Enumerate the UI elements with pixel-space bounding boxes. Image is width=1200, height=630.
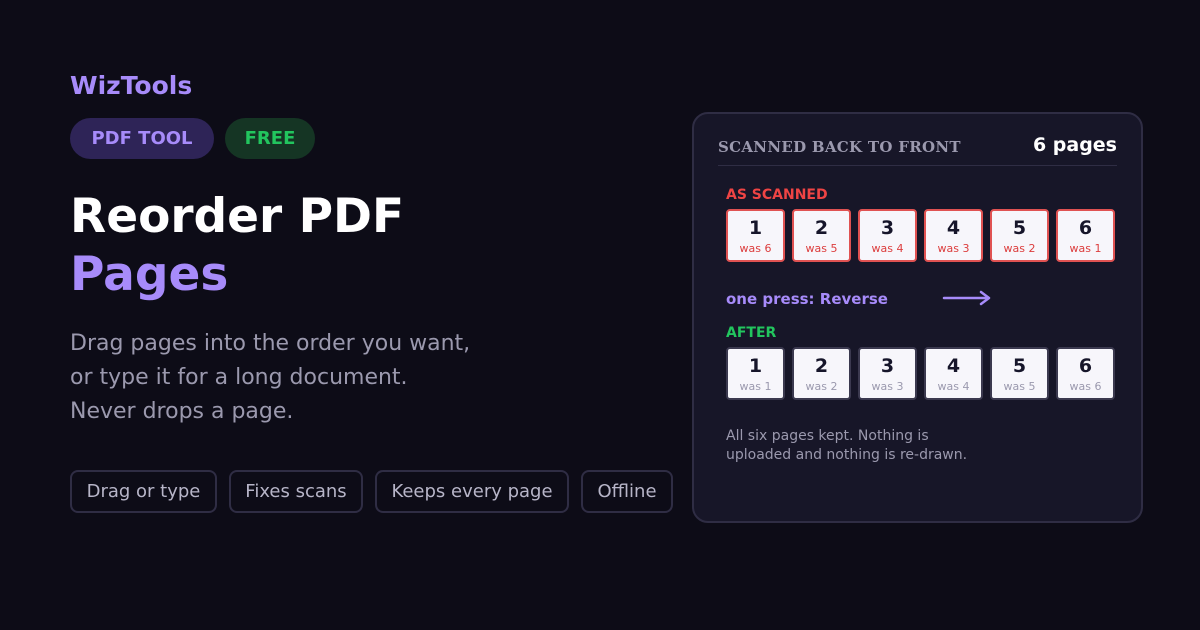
page-number: 3 (880, 355, 895, 377)
arrow-right-icon (942, 290, 991, 306)
reordered-page-tile: 1 was 1 (726, 347, 785, 400)
as-scanned-label: AS SCANNED (726, 187, 828, 203)
page-origin: was 3 (937, 242, 970, 255)
page-number: 4 (946, 355, 961, 377)
reordered-page-tile: 5 was 5 (990, 347, 1049, 400)
scanned-page-tile: 5 was 2 (990, 209, 1049, 262)
page-origin: was 4 (937, 380, 970, 393)
page-count: 6 pages (1032, 134, 1117, 156)
page-origin: was 6 (739, 242, 772, 255)
page-origin: was 2 (1003, 242, 1036, 255)
reordered-page-tile: 3 was 3 (858, 347, 917, 400)
page-title: Reorder PDF Pages (70, 188, 404, 304)
page-number: 4 (946, 217, 961, 239)
scanned-page-tile: 4 was 3 (924, 209, 983, 262)
page: WizTools PDF TOOL FREE Reorder PDF Pages… (0, 0, 1200, 630)
brand-logo: WizTools (70, 71, 193, 100)
reordered-page-tile: 4 was 4 (924, 347, 983, 400)
page-origin: was 2 (805, 380, 838, 393)
card-note: All six pages kept. Nothing is uploaded … (726, 427, 1026, 465)
reordered-page-tile: 6 was 6 (1056, 347, 1115, 400)
page-number: 2 (814, 217, 829, 239)
free-badge: FREE (225, 118, 315, 159)
page-number: 5 (1012, 355, 1027, 377)
description-line-1: Drag pages into the order you want, (70, 331, 471, 356)
title-line-2: Pages (70, 247, 229, 302)
description-line-2: or type it for a long document. (70, 365, 408, 390)
title-line-1: Reorder PDF (70, 189, 405, 244)
scanned-page-tile: 2 was 5 (792, 209, 851, 262)
page-number: 3 (880, 217, 895, 239)
card-note-line-1: All six pages kept. Nothing is (726, 428, 929, 444)
reverse-action-label: one press: Reverse (726, 290, 888, 308)
page-origin: was 3 (871, 380, 904, 393)
page-origin: was 1 (1069, 242, 1102, 255)
page-number: 1 (748, 355, 763, 377)
page-origin: was 4 (871, 242, 904, 255)
page-origin: was 1 (739, 380, 772, 393)
description: Drag pages into the order you want, or t… (70, 327, 630, 429)
feature-chip-drag-or-type: Drag or type (70, 470, 217, 513)
reordered-page-tile: 2 was 2 (792, 347, 851, 400)
feature-chip-keeps-every-page: Keeps every page (375, 470, 569, 513)
card-note-line-2: uploaded and nothing is re-drawn. (726, 447, 968, 463)
scanned-page-tile: 3 was 4 (858, 209, 917, 262)
scanned-page-tile: 6 was 1 (1056, 209, 1115, 262)
card-title: SCANNED BACK TO FRONT (718, 138, 961, 156)
page-number: 5 (1012, 217, 1027, 239)
reorder-example-card: SCANNED BACK TO FRONT 6 pages AS SCANNED… (692, 112, 1143, 523)
card-header: SCANNED BACK TO FRONT 6 pages (718, 132, 1117, 166)
description-line-3: Never drops a page. (70, 399, 294, 424)
pdf-tool-badge: PDF TOOL (70, 118, 214, 159)
page-origin: was 5 (805, 242, 838, 255)
page-number: 1 (748, 217, 763, 239)
feature-chip-offline: Offline (581, 470, 673, 513)
page-number: 2 (814, 355, 829, 377)
page-number: 6 (1078, 355, 1093, 377)
scanned-page-tile: 1 was 6 (726, 209, 785, 262)
after-label: AFTER (726, 325, 777, 341)
page-origin: was 6 (1069, 380, 1102, 393)
feature-chip-fixes-scans: Fixes scans (229, 470, 363, 513)
page-number: 6 (1078, 217, 1093, 239)
page-origin: was 5 (1003, 380, 1036, 393)
